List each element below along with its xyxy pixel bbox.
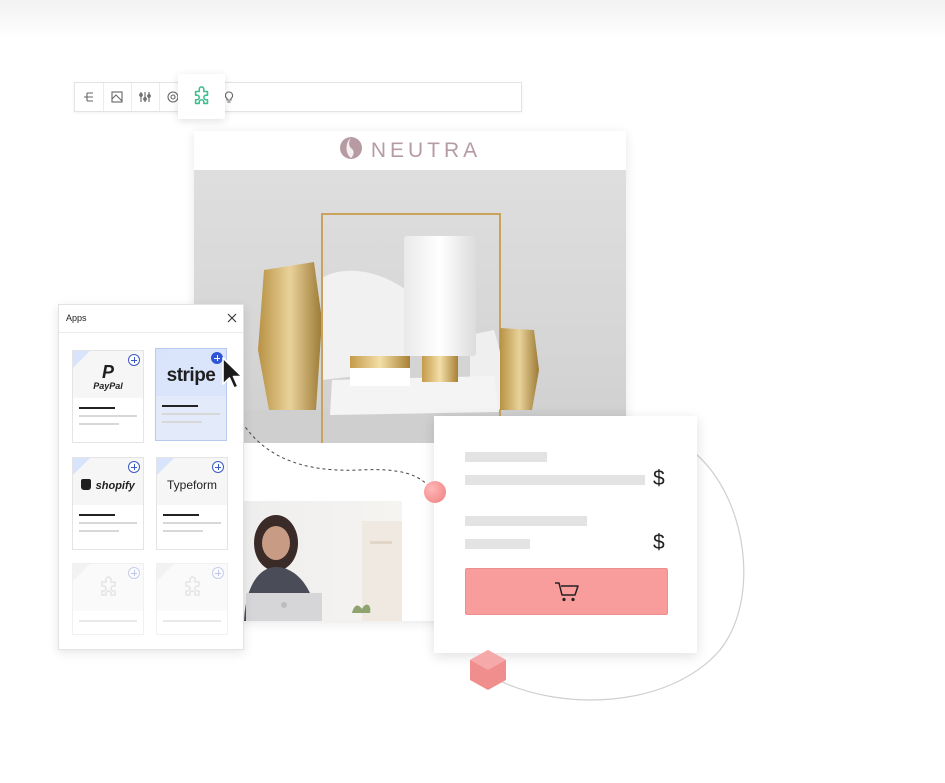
sliders-icon[interactable]: [131, 83, 160, 111]
puzzle-icon: [101, 576, 116, 596]
hierarchy-icon[interactable]: [75, 83, 104, 111]
puzzle-icon[interactable]: [178, 74, 225, 119]
add-app-icon[interactable]: [128, 567, 140, 579]
background-fade: [0, 0, 945, 40]
checkout-card: $ $: [434, 416, 697, 653]
add-app-icon[interactable]: [128, 461, 140, 473]
add-app-icon[interactable]: [212, 567, 224, 579]
app-tile-shopify[interactable]: shopify: [72, 457, 144, 550]
cursor-icon: [222, 357, 243, 389]
layout-icon[interactable]: [103, 83, 132, 111]
apps-panel-title: Apps: [66, 313, 87, 323]
stripe-logo: stripe: [166, 365, 216, 386]
text-placeholder: [465, 475, 645, 485]
cart-icon: [554, 581, 579, 601]
person-with-laptop-image: [242, 501, 402, 621]
add-to-cart-button[interactable]: [465, 568, 668, 615]
app-tile-paypal[interactable]: P PayPal: [72, 350, 144, 443]
brand-name: NEUTRA: [370, 138, 482, 162]
text-placeholder: [465, 516, 587, 526]
connector-dot: [424, 481, 446, 503]
hero-product-image: [194, 170, 626, 443]
app-tile-typeform[interactable]: Typeform: [156, 457, 228, 550]
shopify-logo: shopify: [73, 476, 143, 494]
editor-toolbar: [74, 82, 522, 112]
paypal-logo: P PayPal: [93, 362, 123, 391]
brand-logo-icon: [339, 136, 363, 165]
price-currency: $: [653, 467, 665, 490]
typeform-logo: Typeform: [166, 478, 217, 492]
puzzle-icon: [185, 576, 200, 596]
text-placeholder: [465, 539, 530, 549]
price-currency: $: [653, 531, 665, 554]
apps-panel: Apps P PayPal stripe shopify Typeform: [58, 304, 244, 650]
shopping-bag-icon: [81, 479, 92, 490]
app-tile-placeholder[interactable]: [72, 563, 144, 635]
hexagon-shape: [470, 650, 506, 690]
app-tile-stripe[interactable]: stripe: [155, 348, 227, 441]
app-tile-placeholder[interactable]: [156, 563, 228, 635]
add-app-icon[interactable]: [212, 461, 224, 473]
close-icon[interactable]: [227, 313, 237, 323]
apps-panel-header: Apps: [59, 305, 243, 333]
text-placeholder: [465, 452, 547, 462]
email-header: NEUTRA: [194, 131, 626, 170]
